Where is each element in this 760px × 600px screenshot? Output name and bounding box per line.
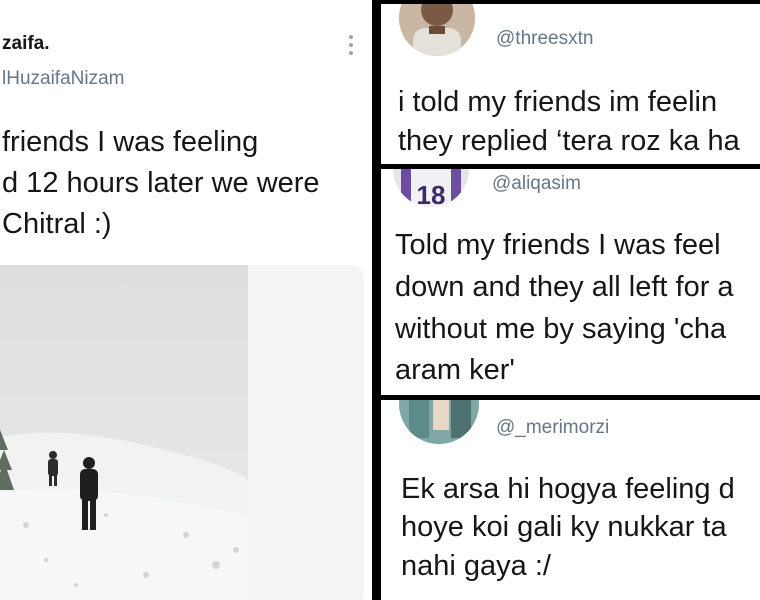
display-name: zaifa. [2, 33, 50, 54]
tweet-text-line-1: i told my friends im feelin [398, 86, 718, 118]
tweet-text-line-2: hoye koi gali ky nukkar ta [401, 511, 727, 543]
tweet-text-line-4: aram ker' [395, 354, 515, 386]
tweet-card-aliqasim[interactable]: 18 @aliqasim Told my friends I was feel … [381, 169, 760, 395]
tweet-card-merimorzi[interactable]: @_merimorzi Ek arsa hi hogya feeling d h… [381, 400, 760, 600]
avatar-photo: 18 [393, 169, 469, 207]
user-handle: lHuzaifaNizam [2, 68, 125, 89]
tweet-text-line-2: d 12 hours later we were [2, 167, 320, 199]
tweet-text-line-1: Told my friends I was feel [395, 229, 721, 261]
tweet-text-line-1: Ek arsa hi hogya feeling d [401, 473, 735, 505]
user-handle: @threesxtn [496, 28, 594, 49]
more-vertical-icon[interactable] [348, 35, 354, 59]
tweet-text-line-3: without me by saying 'cha [395, 313, 727, 345]
snowy-mountain-image [0, 265, 364, 600]
avatar-photo [399, 4, 475, 56]
tweet-text-line-2: they replied ‘tera roz ka ha [398, 125, 740, 157]
tweet-text-line-1: friends I was feeling [2, 126, 259, 158]
tweet-photo[interactable] [0, 265, 364, 600]
svg-text:18: 18 [417, 180, 446, 207]
tweet-text-line-3: nahi gaya :/ [401, 550, 551, 582]
tweet-card-threesxtn[interactable]: @threesxtn i told my friends im feelin t… [381, 4, 760, 164]
left-tweet-card[interactable]: zaifa. lHuzaifaNizam friends I was feeli… [0, 0, 372, 600]
avatar[interactable] [399, 4, 475, 56]
avatar[interactable]: 18 [393, 169, 469, 207]
avatar-photo [399, 400, 479, 444]
avatar[interactable] [399, 400, 479, 444]
tweet-text-line-3: Chitral :) [2, 208, 112, 240]
user-handle: @aliqasim [492, 173, 581, 194]
user-handle: @_merimorzi [496, 417, 610, 438]
tweet-text-line-2: down and they all left for a [395, 271, 734, 303]
